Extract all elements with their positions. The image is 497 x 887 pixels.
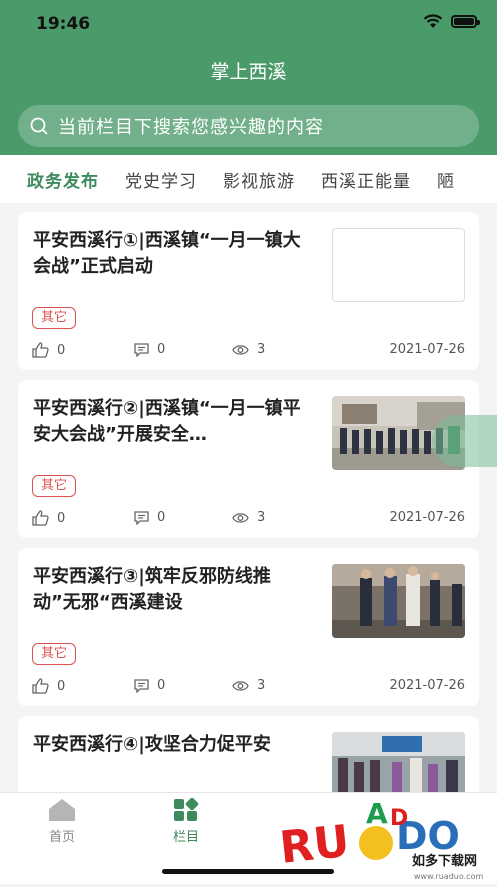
- category-tag: 其它: [32, 475, 77, 497]
- header-bar: 19:46 掌上西溪 当前栏目下搜索您感兴趣的内容: [0, 0, 497, 155]
- comment-icon: [134, 342, 149, 357]
- grid-icon: [174, 797, 199, 821]
- eye-icon: [232, 344, 249, 355]
- view-count: 3: [232, 510, 265, 525]
- svg-text:www.ruaduo.com: www.ruaduo.com: [414, 872, 483, 881]
- thumbs-up-icon: [32, 678, 49, 694]
- publish-date: 2021-07-26: [389, 342, 465, 357]
- svg-text:A: A: [366, 797, 388, 830]
- svg-text:如多下载网: 如多下载网: [412, 853, 477, 869]
- article-title: 平安西溪行①|西溪镇“一月一镇大会战”正式启动: [33, 230, 301, 277]
- thumbs-up-icon: [32, 510, 49, 526]
- status-icons: [423, 14, 480, 29]
- nav-columns[interactable]: 栏目: [156, 797, 216, 845]
- publish-date: 2021-07-26: [389, 510, 465, 525]
- article-title: 平安西溪行④|攻坚合力促平安: [33, 734, 271, 755]
- comment-count[interactable]: 0: [134, 510, 165, 525]
- article-card[interactable]: 平安西溪行①|西溪镇“一月一镇大会战”正式启动 其它 0 0 3 2021-07…: [18, 212, 479, 370]
- nav-home-label: 首页: [48, 830, 75, 845]
- tab-zhengwu[interactable]: 政务发布: [27, 167, 99, 192]
- view-count: 3: [232, 342, 265, 357]
- thumbs-up-icon: [32, 342, 49, 358]
- floating-side-button[interactable]: [432, 415, 497, 467]
- view-count: 3: [232, 678, 265, 693]
- wifi-icon: [423, 14, 443, 28]
- article-title: 平安西溪行③|筑牢反邪防线推动”无邪“西溪建设: [33, 566, 271, 613]
- article-title: 平安西溪行②|西溪镇“一月一镇平安大会战”开展安全…: [33, 398, 301, 445]
- article-card[interactable]: 平安西溪行③|筑牢反邪防线推动”无邪“西溪建设 其它 0 0 3 2021-07…: [18, 548, 479, 706]
- page-title: 掌上西溪: [210, 61, 287, 83]
- eye-icon: [232, 680, 249, 691]
- nav-home[interactable]: 首页: [32, 798, 92, 845]
- article-thumbnail: [332, 228, 465, 302]
- article-thumbnail: [332, 564, 465, 638]
- status-time: 19:46: [36, 14, 91, 34]
- comment-icon: [134, 678, 149, 693]
- tab-zhengnengliang[interactable]: 西溪正能量: [321, 167, 411, 192]
- search-icon: [30, 117, 48, 135]
- publish-date: 2021-07-26: [389, 678, 465, 693]
- like-count[interactable]: 0: [32, 342, 65, 358]
- svg-text:RU: RU: [278, 816, 352, 874]
- eye-icon: [232, 512, 249, 523]
- comment-count[interactable]: 0: [134, 342, 165, 357]
- search-input[interactable]: 当前栏目下搜索您感兴趣的内容: [18, 105, 479, 147]
- home-icon: [49, 799, 75, 821]
- article-card[interactable]: 平安西溪行②|西溪镇“一月一镇平安大会战”开展安全… 其它 0 0 3 2021…: [18, 380, 479, 538]
- category-tag: 其它: [32, 307, 77, 329]
- battery-icon: [451, 15, 480, 28]
- tab-more[interactable]: 陋: [437, 167, 455, 192]
- comment-icon: [134, 510, 149, 525]
- search-placeholder: 当前栏目下搜索您感兴趣的内容: [58, 117, 324, 138]
- tab-dangshi[interactable]: 党史学习: [125, 167, 197, 192]
- like-count[interactable]: 0: [32, 678, 65, 694]
- category-tag: 其它: [32, 643, 77, 665]
- home-indicator: [162, 869, 334, 874]
- like-count[interactable]: 0: [32, 510, 65, 526]
- comment-count[interactable]: 0: [134, 678, 165, 693]
- tab-yingshi[interactable]: 影视旅游: [223, 167, 295, 192]
- svg-text:D: D: [390, 806, 408, 831]
- category-tabs: 政务发布 党史学习 影视旅游 西溪正能量 陋: [0, 155, 497, 203]
- nav-columns-label: 栏目: [172, 830, 199, 845]
